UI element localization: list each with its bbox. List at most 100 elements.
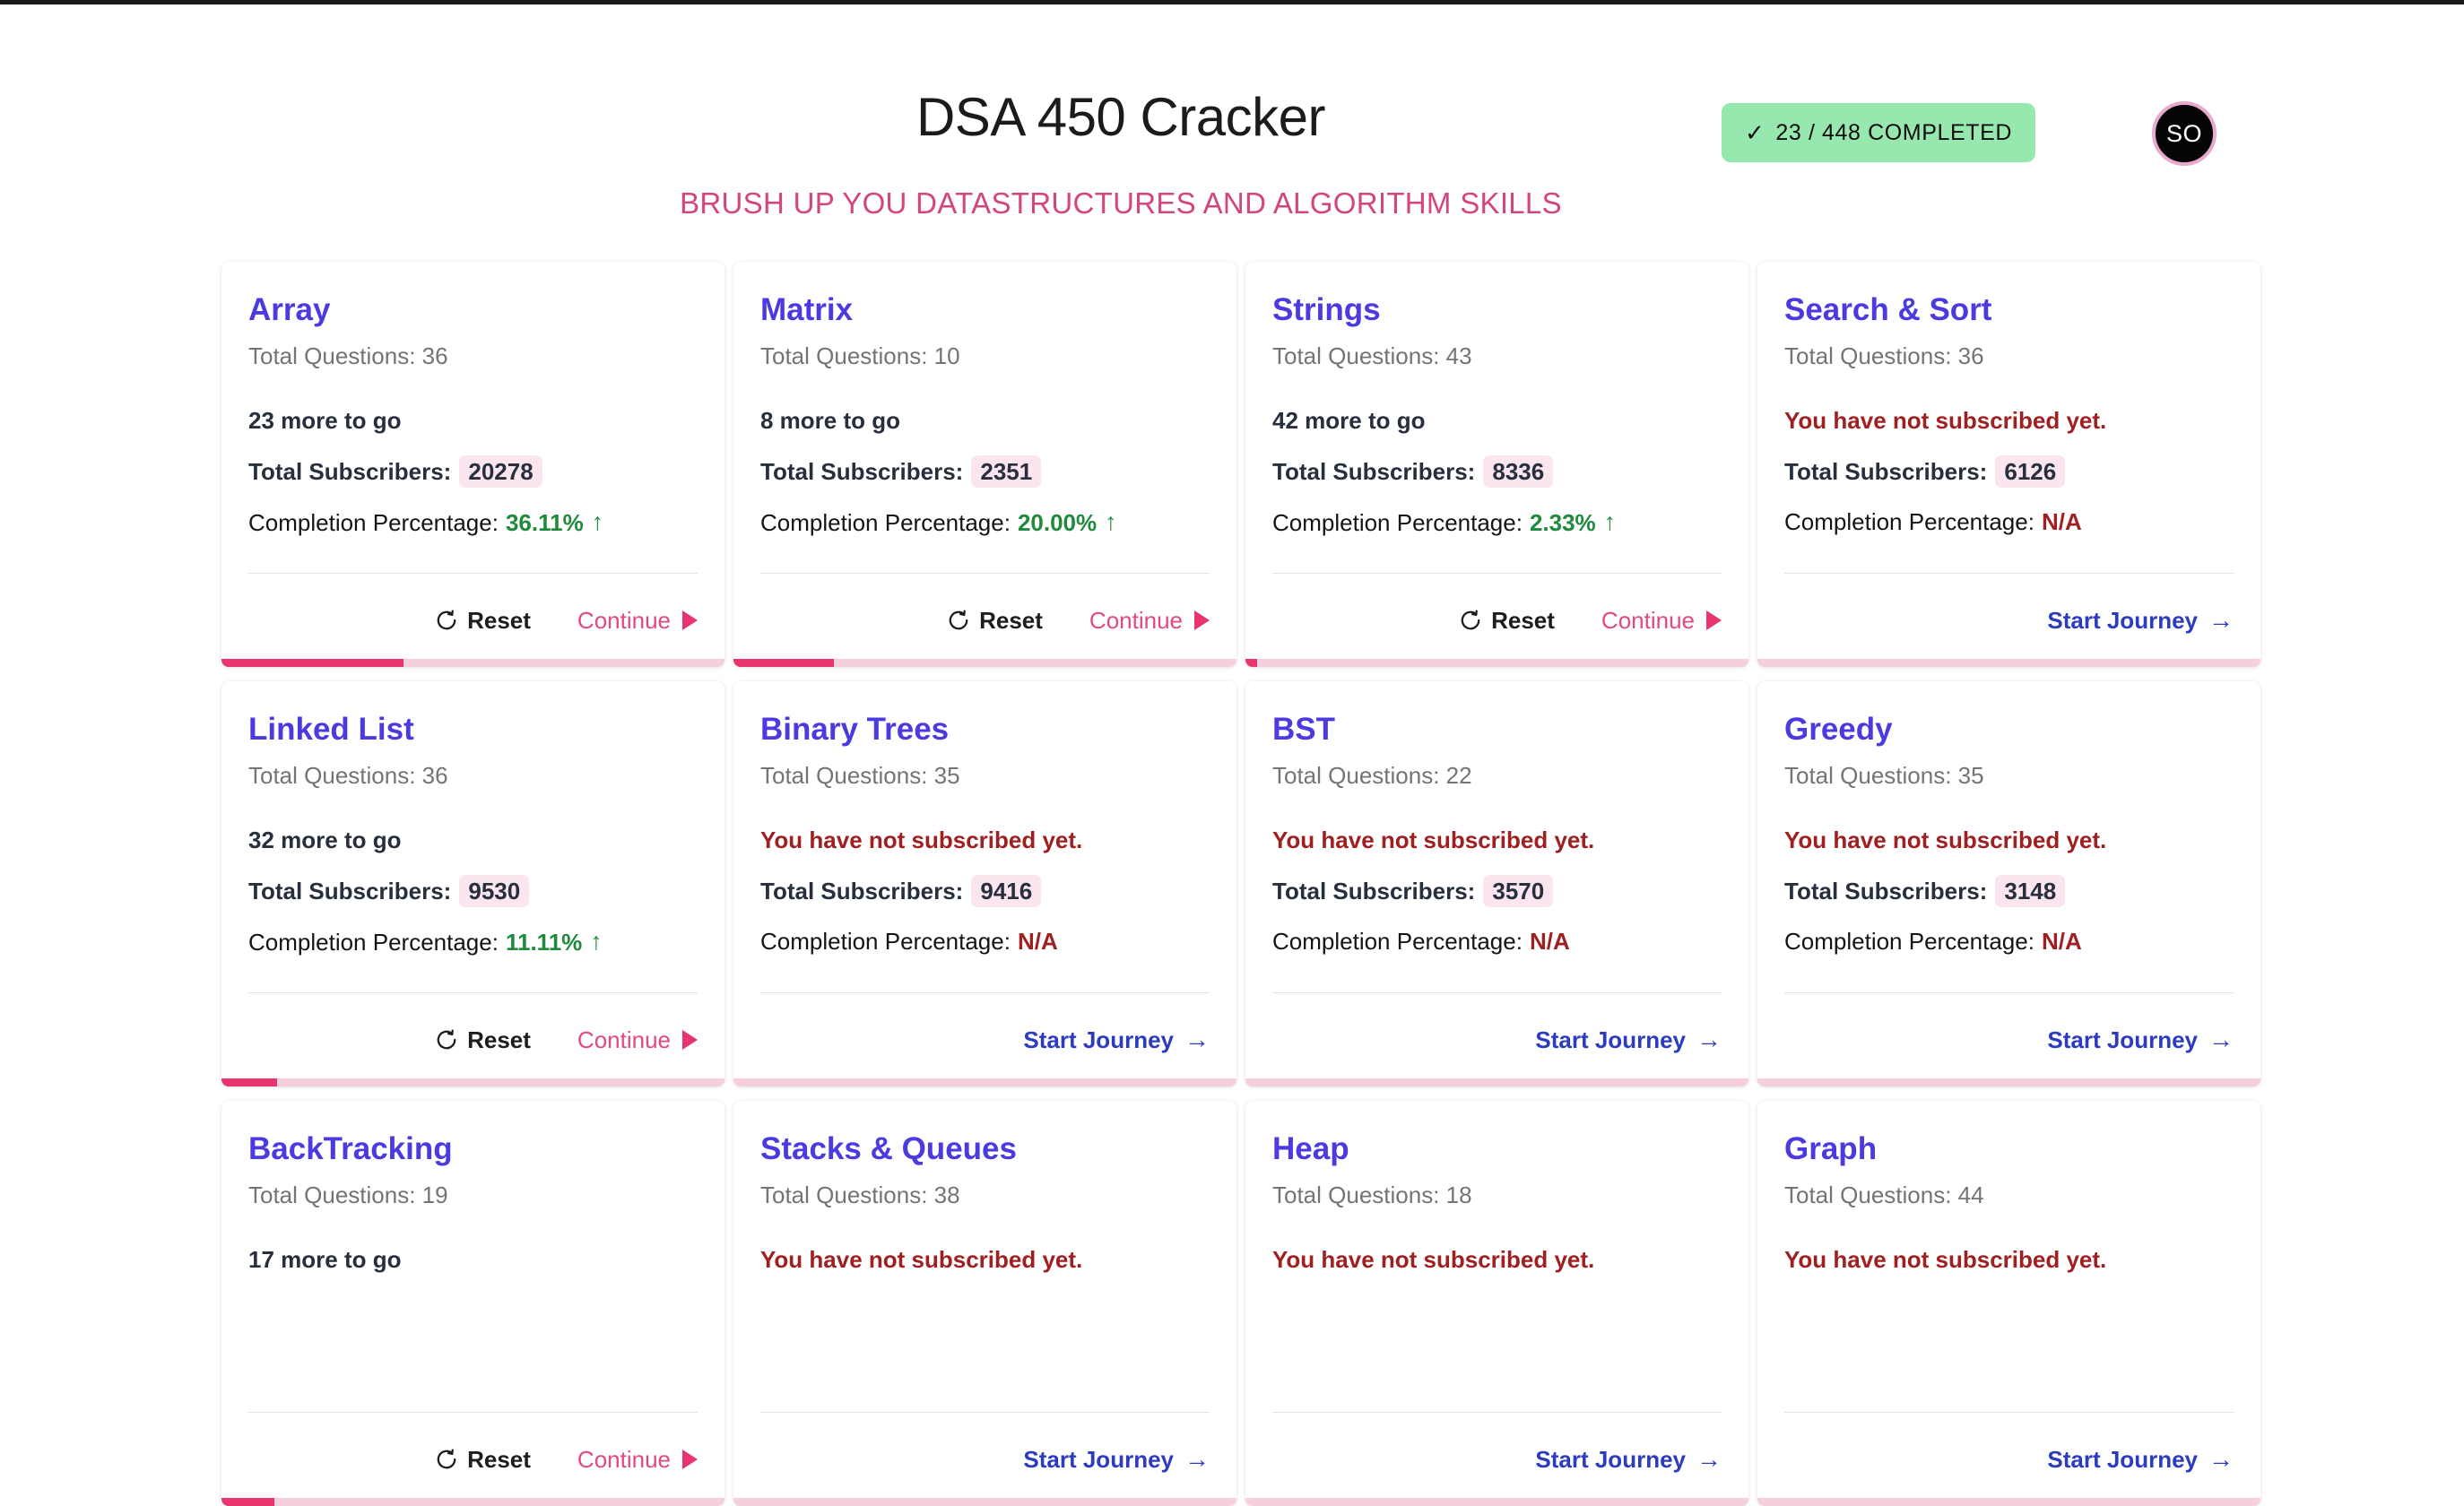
reset-button-label: Reset [467, 606, 531, 634]
card-total-questions: Total Questions: 44 [1784, 1181, 1984, 1208]
check-icon: ✓ [1745, 119, 1766, 146]
reset-button[interactable]: Reset [435, 1026, 531, 1054]
card-total-questions: Total Questions: 18 [1272, 1181, 1472, 1208]
card-completion-label: Completion Percentage: [248, 508, 499, 536]
card-progress-track [733, 1078, 1236, 1086]
card-progress-fill [1245, 659, 1258, 667]
card-completion-label: Completion Percentage: [248, 928, 499, 956]
card-title: Graph [1784, 1131, 1878, 1166]
start-journey-button[interactable]: Start Journey → [2047, 1026, 2234, 1054]
start-journey-button[interactable]: Start Journey → [1535, 1446, 1722, 1474]
card-subscribers-value: 6126 [1995, 455, 2066, 488]
topic-card[interactable]: BST Total Questions: 22 You have not subsc… [1245, 681, 1748, 1086]
topic-cards-grid: Array Total Questions: 36 23 more to go Tot… [221, 262, 2275, 1506]
start-journey-button-label: Start Journey [1023, 1026, 1174, 1053]
card-subscribers-row: Total Subscribers: 9416 [760, 875, 1210, 907]
completed-badge: ✓ 23 / 448 COMPLETED [1722, 103, 2036, 162]
reset-button[interactable]: Reset [435, 607, 531, 635]
card-completion-row: Completion Percentage: 11.11% ↑ [248, 930, 698, 954]
card-actions: Reset Continue [1272, 574, 1722, 667]
card-remaining-status: 32 more to go [248, 827, 402, 853]
topic-card[interactable]: Binary Trees Total Questions: 35 You have … [733, 681, 1236, 1086]
card-total-questions: Total Questions: 38 [760, 1181, 960, 1208]
card-completion-label: Completion Percentage: [760, 928, 1011, 955]
topic-card[interactable]: Greedy Total Questions: 35 You have not su… [1757, 681, 2260, 1086]
arrow-right-icon: → [1696, 1026, 1722, 1053]
completed-badge-label: 23 / 448 COMPLETED [1775, 119, 2013, 145]
topic-card[interactable]: Heap Total Questions: 18 You have not subs… [1245, 1101, 1748, 1506]
card-completion-value: 2.33% [1529, 508, 1596, 536]
reset-button[interactable]: Reset [435, 1446, 531, 1474]
continue-button[interactable]: Continue [577, 607, 698, 635]
topic-card[interactable]: Matrix Total Questions: 10 8 more to go Tot… [733, 262, 1236, 667]
card-total-questions: Total Questions: 43 [1272, 342, 1472, 369]
card-progress-track [1245, 1078, 1748, 1086]
continue-button[interactable]: Continue [1089, 607, 1210, 635]
continue-button[interactable]: Continue [1601, 607, 1722, 635]
start-journey-button[interactable]: Start Journey → [1023, 1446, 1210, 1474]
topic-card[interactable]: Linked List Total Questions: 36 32 more to… [221, 681, 724, 1086]
reset-button[interactable]: Reset [947, 607, 1043, 635]
card-actions: Start Journey → [1784, 574, 2234, 667]
card-subscribers-value: 3570 [1483, 875, 1554, 907]
play-icon [682, 1450, 698, 1469]
card-not-subscribed-status: You have not subscribed yet. [1784, 827, 2107, 853]
start-journey-button-label: Start Journey [2047, 606, 2198, 634]
arrow-right-icon: → [1696, 1445, 1722, 1473]
topic-card[interactable]: Graph Total Questions: 44 You have not sub… [1757, 1101, 2260, 1506]
card-title: Strings [1272, 292, 1381, 327]
card-subscribers-row: Total Subscribers: 8336 [1272, 455, 1722, 488]
start-journey-button-label: Start Journey [2047, 1445, 2198, 1473]
avatar-initials: SO [2165, 119, 2202, 147]
card-actions: Start Journey → [760, 993, 1210, 1086]
card-completion-value: N/A [2041, 928, 2082, 955]
card-total-questions: Total Questions: 36 [248, 342, 448, 369]
reset-rotate-icon [947, 609, 970, 632]
card-progress-track [221, 1498, 724, 1506]
topic-card[interactable]: Strings Total Questions: 43 42 more to go T… [1245, 262, 1748, 667]
start-journey-button[interactable]: Start Journey → [1023, 1026, 1210, 1054]
card-completion-value: 11.11% [505, 928, 583, 956]
arrow-right-icon: → [2208, 1445, 2234, 1473]
card-progress-track [1757, 1078, 2260, 1086]
card-progress-track [221, 659, 724, 667]
trend-up-icon: ↑ [590, 928, 603, 955]
topic-card[interactable]: Search & Sort Total Questions: 36 You have… [1757, 262, 2260, 667]
topic-card[interactable]: BackTracking Total Questions: 19 17 more t… [221, 1101, 724, 1506]
page-subtitle: BRUSH UP YOU DATASTRUCTURES AND ALGORITH… [680, 186, 1562, 220]
card-progress-fill [221, 1078, 278, 1086]
continue-button[interactable]: Continue [577, 1026, 698, 1054]
card-total-questions: Total Questions: 36 [248, 762, 448, 789]
card-progress-track [221, 1078, 724, 1086]
card-total-questions: Total Questions: 36 [1784, 342, 1984, 369]
start-journey-button[interactable]: Start Journey → [2047, 1446, 2234, 1474]
card-total-questions: Total Questions: 10 [760, 342, 960, 369]
card-subscribers-label: Total Subscribers: [248, 878, 452, 904]
reset-button-label: Reset [1491, 606, 1555, 634]
start-journey-button[interactable]: Start Journey → [2047, 607, 2234, 635]
trend-up-icon: ↑ [591, 508, 604, 535]
card-subscribers-value: 9530 [459, 875, 530, 907]
reset-button-label: Reset [467, 1445, 531, 1473]
reset-rotate-icon [435, 609, 458, 632]
reset-button-label: Reset [979, 606, 1043, 634]
continue-button[interactable]: Continue [577, 1446, 698, 1474]
card-completion-value: 36.11% [505, 508, 584, 536]
start-journey-button[interactable]: Start Journey → [1535, 1026, 1722, 1054]
card-progress-track [1245, 659, 1748, 667]
avatar[interactable]: SO [2152, 101, 2217, 166]
play-icon [1706, 610, 1722, 630]
card-completion-row: Completion Percentage: 36.11% ↑ [248, 510, 698, 534]
topic-card[interactable]: Array Total Questions: 36 23 more to go Tot… [221, 262, 724, 667]
card-progress-fill [221, 1498, 274, 1506]
card-subscribers-row: Total Subscribers: 3148 [1784, 875, 2234, 907]
topic-card[interactable]: Stacks & Queues Total Questions: 38 You ha… [733, 1101, 1236, 1506]
start-journey-button-label: Start Journey [1023, 1445, 1174, 1473]
card-completion-label: Completion Percentage: [760, 508, 1011, 536]
reset-rotate-icon [435, 1028, 458, 1052]
play-icon [682, 610, 698, 630]
card-title: BST [1272, 712, 1335, 747]
reset-button[interactable]: Reset [1459, 607, 1555, 635]
card-subscribers-label: Total Subscribers: [1784, 878, 1988, 904]
card-title: Heap [1272, 1131, 1349, 1166]
